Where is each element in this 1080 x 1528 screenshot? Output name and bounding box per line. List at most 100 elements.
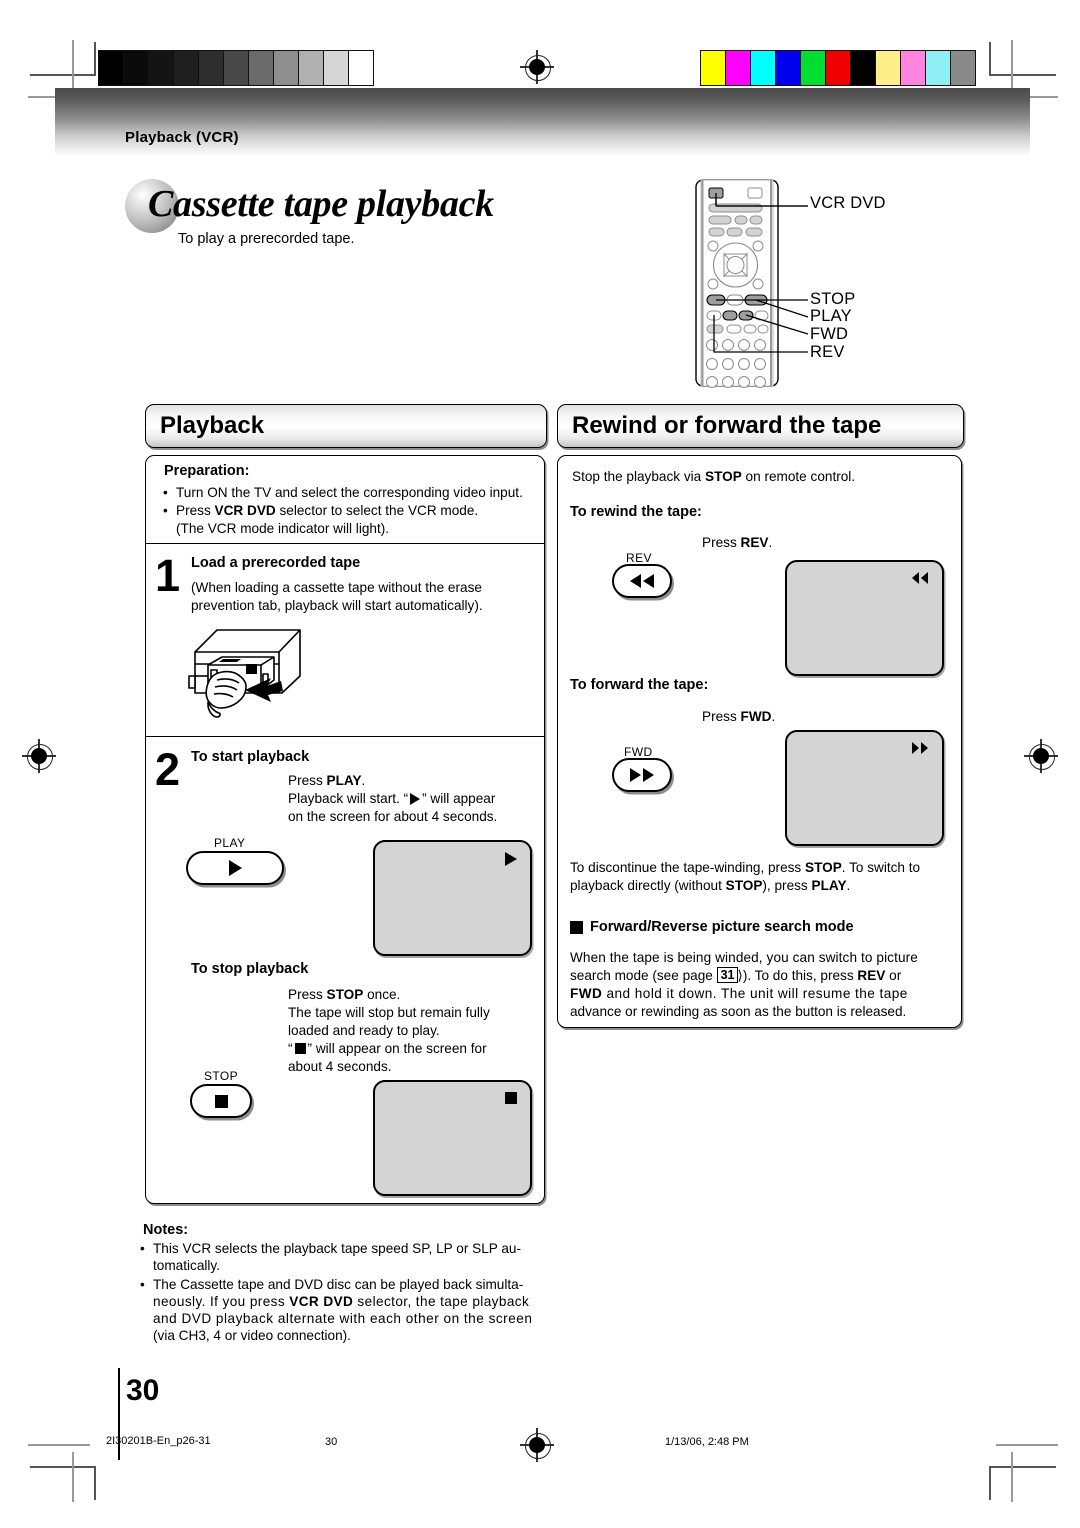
rewind-press-post: .	[768, 535, 773, 550]
intro-key: STOP	[705, 469, 742, 484]
search-mode-line3: FWD and hold it down. The unit will resu…	[570, 985, 908, 1003]
stop-playback-line2: The tape will stop but remain fully	[288, 1005, 490, 1020]
registration-mark-left	[22, 739, 56, 773]
stop-press-post: once.	[363, 987, 401, 1002]
color-calibration-bar	[700, 50, 976, 86]
stop-button-graphic[interactable]	[190, 1084, 252, 1118]
disc-l1-a: To discontinue the tape-winding, press	[570, 860, 806, 875]
stop-playback-line3: loaded and ready to play.	[288, 1023, 440, 1038]
notes-item-1: • This VCR selects the playback tape spe…	[140, 1240, 550, 1258]
tv-screen-rewind	[785, 560, 944, 676]
page-subtitle: To play a prerecorded tape.	[178, 231, 355, 247]
rewind-press-key: REV	[740, 535, 769, 550]
color-swatch	[851, 51, 876, 85]
crop-mark-bottom-right-h2	[996, 1444, 1058, 1447]
to-forward-heading: To forward the tape:	[570, 677, 709, 693]
crop-mark-top-right-v2	[1011, 40, 1014, 90]
rev-button-graphic[interactable]	[612, 564, 672, 598]
step-2-press-pre: Press	[288, 773, 327, 788]
discontinue-line2: playback directly (without STOP), press …	[570, 877, 850, 895]
prep2-pre: Press	[176, 503, 215, 518]
stop-square-icon	[505, 1092, 517, 1104]
prep2-post: selector to select the VCR mode.	[275, 503, 479, 518]
registration-mark-top	[520, 50, 554, 84]
disc-l2-a: playback directly (without	[570, 878, 726, 893]
remote-label-fwd: FWD	[810, 325, 849, 343]
grayscale-swatch	[224, 51, 249, 85]
preparation-item-2-line2: (The VCR mode indicator will light).	[176, 521, 390, 536]
disc-l2-key2: PLAY	[811, 878, 847, 893]
step-2-line2-b: ” will appear	[422, 791, 496, 806]
color-swatch	[951, 51, 975, 85]
crop-mark-bottom-left-v	[94, 1466, 96, 1500]
bullet-dot: •	[163, 503, 168, 518]
stop-square-icon	[214, 1094, 228, 1108]
grayscale-swatch	[199, 51, 224, 85]
preparation-item-1-text: Turn ON the TV and select the correspond…	[176, 485, 523, 500]
disc-l2-c: .	[846, 878, 851, 893]
tv-screen-forward	[785, 730, 944, 846]
crop-mark-bottom-right-v	[989, 1466, 991, 1500]
step-2-heading: To start playback	[191, 749, 310, 765]
vcr-loading-illustration	[175, 618, 325, 730]
step-2-press-line: Press PLAY.	[288, 772, 365, 790]
rewind-press-line: Press REV.	[702, 534, 772, 552]
disc-l2-b: ), press	[762, 878, 812, 893]
stop-playback-press-line: Press STOP once.	[288, 986, 400, 1004]
crop-mark-top-left-h	[30, 74, 96, 76]
discontinue-line1: To discontinue the tape-winding, press S…	[570, 859, 920, 877]
color-swatch	[751, 51, 776, 85]
grayscale-swatch	[124, 51, 149, 85]
play-button-caption: PLAY	[214, 836, 246, 850]
preparation-item-2-text: Press VCR DVD selector to select the VCR…	[176, 502, 538, 520]
sm-l3-key: FWD	[570, 986, 603, 1001]
stop-button-caption: STOP	[204, 1069, 239, 1083]
grayscale-swatch	[324, 51, 349, 85]
fwd-button-graphic[interactable]	[612, 758, 672, 792]
section-header-rewind-forward: Rewind or forward the tape	[557, 404, 964, 448]
notes-item-2-line3: and DVD playback alternate with each oth…	[153, 1311, 533, 1326]
color-swatch	[726, 51, 751, 85]
color-swatch	[926, 51, 951, 85]
search-mode-line2: search mode (see page 31 ⟩). To do this, …	[570, 967, 901, 985]
step-2-line2: Playback will start. “ ” will appear	[288, 790, 495, 808]
notes-heading: Notes:	[143, 1222, 189, 1238]
crop-mark-bottom-right-v2	[1011, 1452, 1014, 1502]
play-button-graphic[interactable]	[186, 851, 284, 885]
notes-vcr-dvd-key: VCR DVD	[289, 1294, 354, 1309]
color-swatch	[776, 51, 801, 85]
rev-button-caption: REV	[626, 551, 652, 565]
grayscale-calibration-bar	[98, 50, 374, 86]
registration-mark-right	[1024, 739, 1058, 773]
crop-mark-top-left-v	[94, 42, 96, 76]
stop-press-key: STOP	[326, 987, 364, 1002]
crop-mark-bottom-left-h	[30, 1466, 96, 1468]
crop-mark-bottom-right-h	[990, 1466, 1056, 1468]
running-title: Playback (VCR)	[125, 129, 239, 146]
search-mode-bullet-icon	[570, 921, 583, 934]
stop-line4-a: “	[288, 1041, 293, 1056]
notes-item-2-line1: The Cassette tape and DVD disc can be pl…	[153, 1277, 524, 1292]
color-swatch	[876, 51, 901, 85]
step-1-body-line2: prevention tab, playback will start auto…	[191, 598, 483, 613]
step-2-line2-a: Playback will start. “	[288, 791, 409, 806]
intro-pre: Stop the playback via	[572, 469, 705, 484]
grayscale-swatch	[174, 51, 199, 85]
section-header-playback: Playback	[145, 404, 547, 448]
grayscale-swatch	[99, 51, 124, 85]
crop-mark-top-left-v2	[72, 40, 75, 90]
notes-item-1-line2: tomatically.	[153, 1258, 220, 1273]
search-mode-line1: When the tape is being winded, you can s…	[570, 950, 918, 965]
rewind-press-pre: Press	[702, 535, 741, 550]
notes-item-2-line4: (via CH3, 4 or video connection).	[153, 1328, 351, 1343]
grayscale-swatch	[274, 51, 299, 85]
sm-l2-b: ). To do this, press	[742, 968, 858, 983]
disc-l2-key: STOP	[725, 878, 763, 893]
stop-playback-heading: To stop playback	[191, 961, 309, 977]
search-mode-heading: Forward/Reverse picture search mode	[590, 919, 854, 935]
stop-playback-line4: “ ” will appear on the screen for	[288, 1040, 487, 1058]
page-reference-badge[interactable]: 31	[716, 967, 738, 983]
rewind-double-triangle-icon	[912, 572, 928, 584]
step-2-line3: on the screen for about 4 seconds.	[288, 809, 498, 824]
grayscale-swatch	[249, 51, 274, 85]
